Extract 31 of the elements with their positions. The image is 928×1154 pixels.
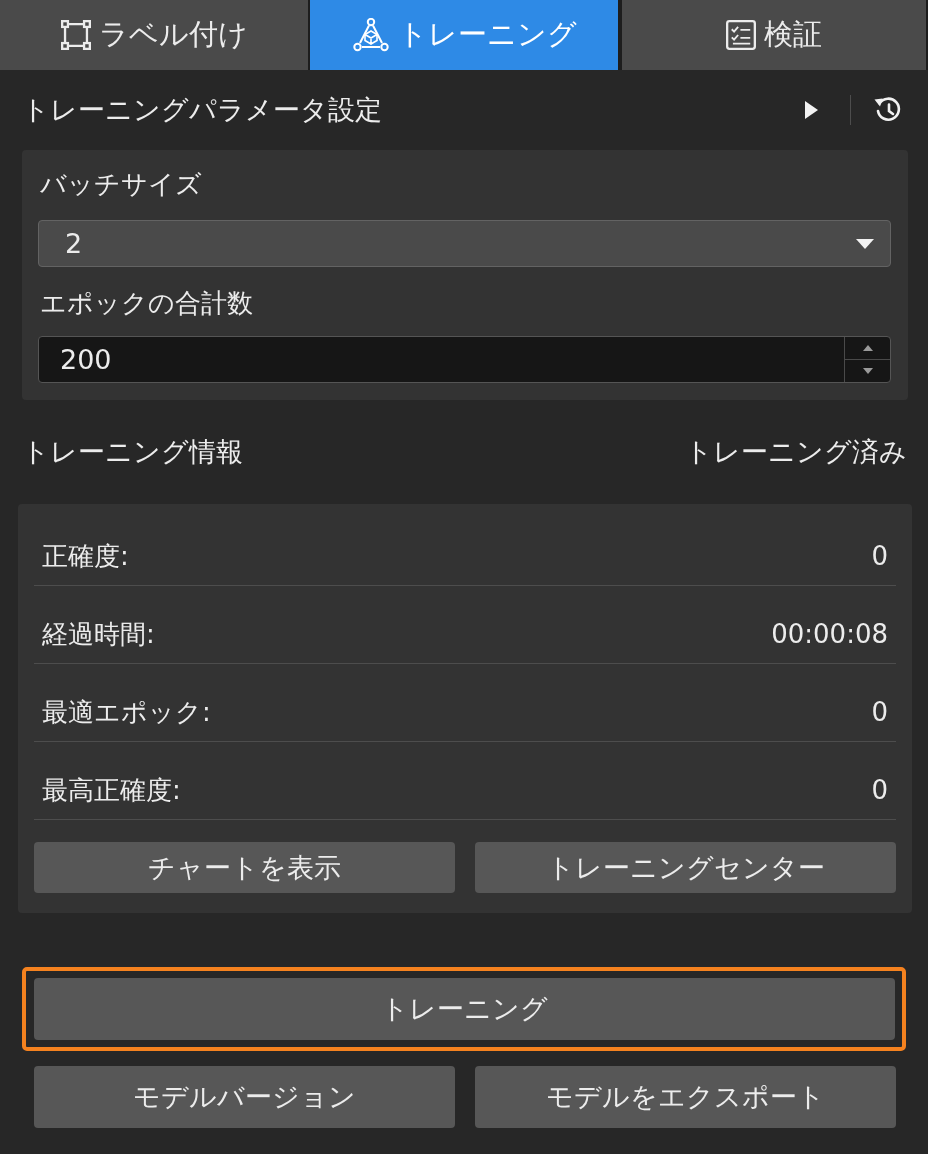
panel-button[interactable]: チャートを表示 — [34, 842, 455, 893]
stat-label: 最高正確度: — [42, 774, 181, 807]
tab[interactable]: トレーニング — [310, 0, 618, 70]
section-title: トレーニング情報 — [22, 435, 243, 469]
number-input[interactable]: 200 — [38, 336, 891, 383]
bounding-box-icon — [60, 20, 91, 50]
history-icon[interactable] — [873, 96, 902, 124]
down-arrow-icon — [862, 368, 873, 374]
caret-icon — [856, 238, 874, 249]
tab[interactable]: 検証 — [622, 0, 926, 70]
stat-label: 最適エポック: — [42, 696, 211, 729]
up-arrow-icon — [862, 345, 873, 351]
train-button[interactable]: トレーニング — [34, 978, 895, 1040]
play-icon[interactable] — [805, 101, 818, 119]
stat-value: 0 — [871, 540, 888, 573]
dropdown[interactable]: 2 — [38, 220, 891, 267]
field-label: バッチサイズ — [39, 168, 203, 201]
section-title: トレーニングパラメータ設定 — [22, 93, 382, 127]
field-label: エポックの合計数 — [39, 287, 254, 320]
checklist-icon — [726, 20, 756, 50]
stat-label: 経過時間: — [42, 618, 155, 651]
stat-value: 0 — [871, 774, 888, 807]
training-status: トレーニング済み — [685, 435, 907, 469]
tab[interactable]: ラベル付け — [0, 0, 308, 70]
network-triangle-icon — [351, 18, 390, 52]
panel-button[interactable]: トレーニングセンター — [475, 842, 896, 893]
stat-value: 0 — [871, 696, 888, 729]
stat-value: 00:00:08 — [771, 618, 888, 651]
footer-button[interactable]: モデルをエクスポート — [475, 1066, 896, 1128]
stat-label: 正確度: — [42, 540, 129, 573]
footer-button[interactable]: モデルバージョン — [34, 1066, 455, 1128]
